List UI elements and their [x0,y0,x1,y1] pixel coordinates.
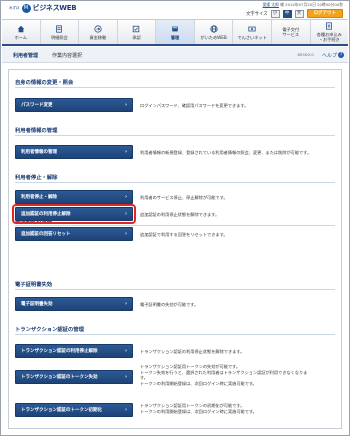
divider [15,289,335,290]
densai-icon [248,25,256,33]
nav-item-e-service[interactable]: 電子交付 サービス [272,20,311,44]
nav-label: 各種お申込み ・お手続き [316,32,342,42]
divider [15,334,335,335]
gaitame-icon [209,24,218,33]
breadcrumb: 利用者管理 作業内容選択 BRSK001 ヘルプ ? [2,47,348,63]
auth-unlock-button[interactable]: 追加認証の利用停止解除 › [12,204,136,224]
cert-revoke-description: 電子証明書の失効が可能です。 [140,302,199,307]
nav-label: 明細照会 [50,34,68,40]
divider [15,87,335,88]
button-label: 追加認証の利用停止解除 [21,212,71,217]
nav-item-home[interactable]: ホーム [2,20,41,44]
nav-item-statement[interactable]: 明細照会 [41,20,80,44]
nav-item-gaitame[interactable]: がいためWEB [195,20,234,44]
admin-icon [171,25,179,33]
section-user-stop: 利用者停止・解除 [15,175,58,181]
chevron-right-icon: › [124,149,127,155]
button-label: トランザクション認証のトークン初期化 [21,408,102,413]
chevron-right-icon: › [124,407,127,413]
auth-unlock-description: 追加認証の利用停止状態を解除できます。 [140,212,220,217]
divider [15,135,335,136]
nav-item-approval[interactable]: 承認 [118,20,157,44]
divider [15,225,335,226]
page-subtitle: 作業内容選択 [52,53,83,59]
button-label: 電子証明書失効 [21,302,53,307]
header: みずほ M ビジネスWEB 愛媛 太郎 様 2014年07月20日 20時00分… [1,1,349,19]
description-line: トークンの利用開始登録は、次回ログイン時に実施可能です。 [140,380,257,386]
chevron-right-icon: › [124,374,127,380]
text-size-bar: 文字サイズ 小 中 大 ログアウト [246,9,343,18]
text-size-large-button[interactable]: 大 [294,9,304,18]
application-icon [325,22,333,30]
nav-item-transfer[interactable]: 資金移動 [79,20,118,44]
text-size-label: 文字サイズ [246,11,268,17]
button-label: 追加認証の回答リセット [21,232,71,237]
chevron-right-icon: › [124,102,127,108]
user-stop-description: 利用者のサービス停止、停止解除が可能です。 [140,195,228,200]
cert-revoke-button[interactable]: 電子証明書失効 › [15,297,133,311]
login-datetime: 様 2014年07月20日 20時00分00秒 [278,2,343,7]
password-change-button[interactable]: パスワード変更 › [15,98,133,112]
statement-icon [55,24,63,33]
global-nav: ホーム 明細照会 資金移動 承認 管理 がいためWEB でんさいネット 電子交付… [2,19,348,46]
chevron-right-icon: › [124,348,127,354]
nav-label: 承認 [132,34,141,40]
nav-label: でんさいネット [237,34,267,40]
menu-panel: 自身の情報の変更・照会 パスワード変更 › ログインパスワード、確認用パスワードを… [8,69,342,429]
nav-label: 資金移動 [89,34,107,40]
chevron-right-icon: › [124,194,127,200]
user-info-description: 利用者情報の新規登録、登録されている利用者情報の照会、変更、または削除が可能です… [140,150,312,155]
nav-item-application[interactable]: 各種お申込み ・お手続き [311,20,349,44]
tx-revoke-description: トランザクション認証用トークンの失効が可能です。 トークン失効を行うと、選択され… [140,364,330,386]
user-info: 愛媛 太郎 様 2014年07月20日 20時00分00秒 [263,2,343,8]
logo-small-text: みずほ [9,5,20,10]
description-line: トークンの利用開始登録は、次回ログイン時に実施可能です。 [140,408,257,414]
help-icon[interactable]: ? [338,52,344,58]
chevron-right-icon: › [124,211,127,217]
nav-label: がいためWEB [200,34,227,40]
button-label: パスワード変更 [21,103,53,108]
section-self-info: 自身の情報の変更・照会 [15,80,74,86]
nav-item-admin[interactable]: 管理 [156,20,195,44]
tx-unlock-description: トランザクション認証の利用停止状態を解除できます。 [140,349,245,354]
user-stop-button[interactable]: 利用者停止・解除 › [15,190,133,204]
section-transaction: トランザクション認証の管理 [15,327,84,333]
nav-label: 管理 [170,34,180,40]
approval-icon [132,25,140,33]
section-user-info: 利用者情報の管理 [15,128,58,134]
screen-id: BRSK001 [297,53,314,57]
transfer-icon [94,24,102,33]
logout-button[interactable]: ログアウト [306,9,343,18]
tx-revoke-button[interactable]: トランザクション認証のトークン失効 › [15,370,133,384]
logo-text: ビジネスWEB [32,4,77,12]
button-label: トランザクション認証のトークン失効 [21,375,98,380]
chevron-right-icon: › [124,231,127,237]
nav-label: ホーム [14,34,27,40]
description-line: トークン失効を行うと、選択された利用者はトランザクション認証が利用できなくなりま [140,369,308,375]
auth-reset-description: 追加認証で利用する回答をリセットできます。 [140,232,228,237]
chevron-right-icon: › [124,301,127,307]
user-name-link[interactable]: 愛媛 太郎 [263,2,279,7]
auth-reset-button[interactable]: 追加認証の回答リセット › [15,227,133,241]
button-label: 利用者情報の管理 [21,150,57,155]
text-size-small-button[interactable]: 小 [270,9,280,18]
password-description: ログインパスワード、確認用パスワードを変更できます。 [140,103,249,108]
user-info-manage-button[interactable]: 利用者情報の管理 › [15,145,133,159]
tx-init-button[interactable]: トランザクション認証のトークン初期化 › [15,403,133,417]
help-link[interactable]: ヘルプ [322,52,337,59]
text-size-medium-button[interactable]: 中 [282,9,292,18]
home-icon [17,25,25,33]
tx-unlock-button[interactable]: トランザクション認証の利用停止解除 › [15,344,133,358]
page-title: 利用者管理 [13,53,39,59]
nav-label: 電子交付 サービス [282,27,300,37]
button-label: 利用者停止・解除 [21,195,57,200]
browser-frame: みずほ M ビジネスWEB 愛媛 太郎 様 2014年07月20日 20時00分… [0,0,350,436]
tx-init-description: トランザクション認証用トークンの初期化が可能です。 トークンの利用開始登録は、次… [140,403,330,414]
divider [15,182,335,183]
nav-item-densai[interactable]: でんさいネット [233,20,272,44]
button-label: トランザクション認証の利用停止解除 [21,349,98,354]
bank-logo: みずほ M ビジネスWEB [9,3,77,13]
section-cert: 電子証明書失効 [15,282,53,288]
logo-mark-icon: M [21,3,31,13]
